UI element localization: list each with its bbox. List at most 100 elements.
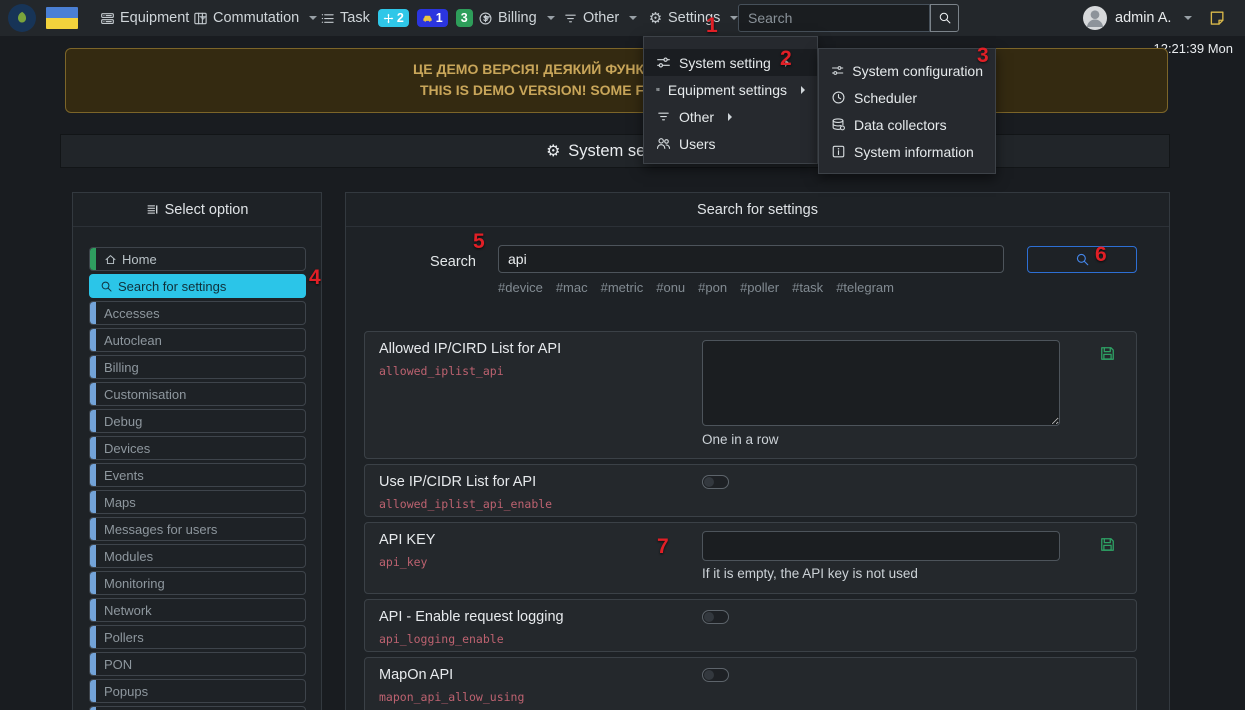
search-tag[interactable]: #pon <box>698 280 727 295</box>
database-icon <box>831 117 846 132</box>
save-icon[interactable] <box>1099 536 1116 553</box>
submenu-item-scheduler[interactable]: Scheduler <box>819 84 995 111</box>
gear-icon: ⚙ <box>648 11 663 26</box>
sidebar-item-maps[interactable]: Maps <box>89 490 306 514</box>
setting-input-api-key[interactable] <box>702 531 1060 561</box>
nav-menu-task[interactable]: Task 213 <box>320 0 491 36</box>
app-logo[interactable] <box>8 4 36 32</box>
setting-textarea-allowed-iplist-api[interactable] <box>702 340 1060 426</box>
setting-row-mapon-api-allow-using: MapOn APImapon_api_allow_using <box>364 657 1137 710</box>
setting-row-allowed-iplist-api-enable: Use IP/CIDR List for APIallowed_iplist_a… <box>364 464 1137 517</box>
settings-search-button[interactable] <box>1027 246 1137 273</box>
sidebar-item-events[interactable]: Events <box>89 463 306 487</box>
task-badge[interactable]: 3 <box>456 9 473 27</box>
sidebar-item-label: Messages for users <box>104 522 217 537</box>
setting-toggle-allowed-iplist-api-enable[interactable] <box>702 475 729 489</box>
user-menu[interactable]: admin A. <box>1083 0 1226 36</box>
task-badge[interactable]: 1 <box>417 9 448 27</box>
sidebar-item-home[interactable]: Home <box>89 247 306 271</box>
sidebar-item-messages-for-users[interactable]: Messages for users <box>89 517 306 541</box>
annotation-3: 3 <box>977 45 989 66</box>
sidebar-item-search[interactable]: Search <box>89 706 306 710</box>
brand[interactable] <box>8 0 78 36</box>
navbar-search-button[interactable] <box>930 4 959 32</box>
search-tag[interactable]: #task <box>792 280 823 295</box>
sidebar-item-accesses[interactable]: Accesses <box>89 301 306 325</box>
nav-menu-other[interactable]: Other <box>563 0 637 36</box>
nav-menu-equipment[interactable]: Equipment <box>100 0 207 36</box>
setting-title: Allowed IP/CIRD List for API <box>379 341 561 357</box>
menu-item-other[interactable]: Other <box>644 103 817 130</box>
sidebar-item-modules[interactable]: Modules <box>89 544 306 568</box>
sidebar-item-label: Customisation <box>104 387 186 402</box>
navbar-search-input[interactable] <box>738 4 930 32</box>
nav-menu-label: Task <box>340 10 370 26</box>
nav-menu-billing[interactable]: Billing <box>478 0 555 36</box>
sidebar-item-autoclean[interactable]: Autoclean <box>89 328 306 352</box>
task-badge[interactable]: 2 <box>378 9 409 27</box>
sidebar-item-popups[interactable]: Popups <box>89 679 306 703</box>
filter-icon <box>656 109 671 124</box>
annotation-2: 2 <box>780 48 792 69</box>
sidebar-item-label: Search for settings <box>118 279 226 294</box>
badge-value: 2 <box>397 11 404 25</box>
sidebar-item-label: Events <box>104 468 144 483</box>
sidebar-item-label: Billing <box>104 360 139 375</box>
search-tag[interactable]: #telegram <box>836 280 894 295</box>
setting-toggle-mapon-api-allow-using[interactable] <box>702 668 729 682</box>
ukraine-flag-icon[interactable] <box>46 7 78 29</box>
equipment-icon <box>656 82 660 97</box>
car-icon <box>422 13 433 24</box>
sidebar-item-search-for-settings[interactable]: Search for settings <box>89 274 306 298</box>
sidebar-item-monitoring[interactable]: Monitoring <box>89 571 306 595</box>
equipment-icon <box>100 11 115 26</box>
menu-item-equipment-settings[interactable]: Equipment settings <box>644 76 817 103</box>
sidebar-item-label: Popups <box>104 684 148 699</box>
sidebar-item-billing[interactable]: Billing <box>89 355 306 379</box>
annotation-4: 4 <box>309 267 321 288</box>
sidebar-item-label: PON <box>104 657 132 672</box>
sidebar-item-pollers[interactable]: Pollers <box>89 625 306 649</box>
caret-right-icon <box>801 86 805 94</box>
setting-toggle-api-logging-enable[interactable] <box>702 610 729 624</box>
menu-item-users[interactable]: Users <box>644 130 817 157</box>
sidebar-item-debug[interactable]: Debug <box>89 409 306 433</box>
note-icon[interactable] <box>1208 9 1226 27</box>
annotation-5: 5 <box>473 231 485 252</box>
save-icon[interactable] <box>1099 345 1116 362</box>
search-tag[interactable]: #poller <box>740 280 779 295</box>
sliders-icon <box>831 63 844 78</box>
search-tag[interactable]: #metric <box>601 280 644 295</box>
sidebar-item-label: Network <box>104 603 152 618</box>
submenu-item-label: Scheduler <box>854 90 917 106</box>
nav-menu-label: Equipment <box>120 10 189 26</box>
sidebar-item-label: Monitoring <box>104 576 165 591</box>
setting-help: One in a row <box>702 432 779 447</box>
billing-icon <box>478 11 493 26</box>
system-setting-submenu: System configuration Scheduler Data collec… <box>818 48 996 174</box>
menu-item-label: System setting <box>679 55 771 71</box>
search-tag[interactable]: #mac <box>556 280 588 295</box>
sidebar-item-network[interactable]: Network <box>89 598 306 622</box>
clock-icon <box>831 90 846 105</box>
menu-item-label: Equipment settings <box>668 82 787 98</box>
setting-title: Use IP/CIDR List for API <box>379 474 536 490</box>
nav-menu-settings[interactable]: ⚙Settings <box>648 0 738 36</box>
submenu-item-system-information[interactable]: System information <box>819 138 995 165</box>
nav-menu-commutation[interactable]: Commutation <box>193 0 317 36</box>
sidebar-item-label: Debug <box>104 414 142 429</box>
setting-key: mapon_api_allow_using <box>379 690 524 704</box>
search-tag[interactable]: #device <box>498 280 543 295</box>
sidebar-item-devices[interactable]: Devices <box>89 436 306 460</box>
submenu-item-data-collectors[interactable]: Data collectors <box>819 111 995 138</box>
avatar-icon <box>1083 6 1107 30</box>
demo-banner-line2: THIS IS DEMO VERSION! SOME F <box>66 80 644 101</box>
navbar-search <box>738 4 959 32</box>
badge-value: 3 <box>461 11 468 25</box>
search-tag[interactable]: #onu <box>656 280 685 295</box>
sidebar-item-customisation[interactable]: Customisation <box>89 382 306 406</box>
sidebar-item-label: Modules <box>104 549 153 564</box>
settings-search-input[interactable] <box>498 245 1004 273</box>
submenu-item-system-configuration[interactable]: System configuration <box>819 57 995 84</box>
sidebar-item-pon[interactable]: PON <box>89 652 306 676</box>
